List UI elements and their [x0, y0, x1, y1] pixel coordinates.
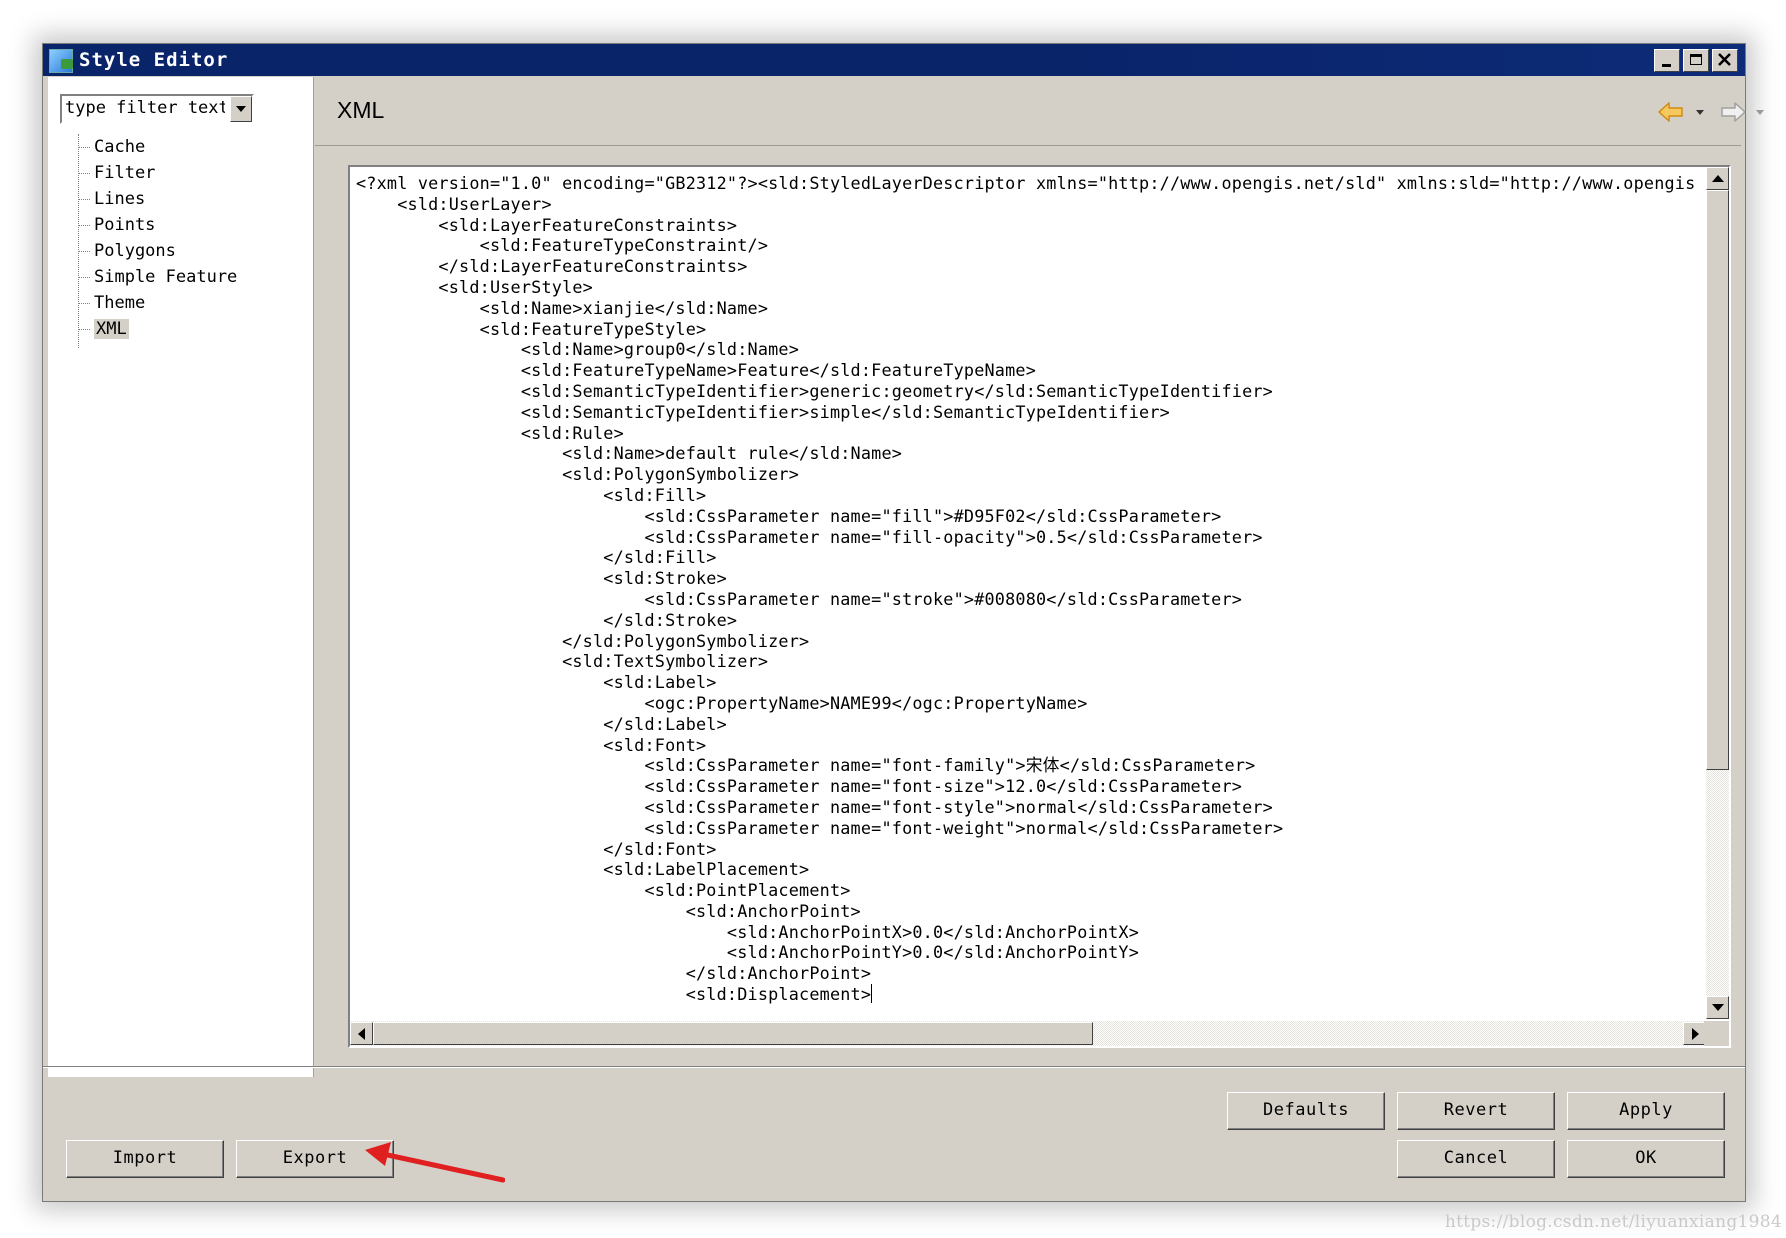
minimize-icon — [1662, 64, 1671, 67]
code-line: </sld:Label> — [356, 713, 727, 734]
code-line: <sld:SemanticTypeIdentifier>generic:geom… — [356, 380, 1273, 401]
code-line: <sld:PointPlacement> — [356, 880, 851, 901]
maximize-button[interactable] — [1683, 49, 1709, 72]
code-line: <sld:Name>xianjie</sld:Name> — [356, 297, 769, 318]
defaults-button[interactable]: Defaults — [1227, 1092, 1385, 1130]
code-line: <sld:SemanticTypeIdentifier>simple</sld:… — [356, 401, 1170, 422]
style-editor-window: Style Editor type filter text Cache Filt… — [42, 43, 1764, 1202]
code-line: <sld:Name>group0</sld:Name> — [356, 339, 800, 360]
code-line: <sld:CssParameter name="fill">#D95F02</s… — [356, 505, 1222, 526]
code-line: <sld:CssParameter name="font-weight">nor… — [356, 817, 1284, 838]
code-line: <sld:Name>default rule</sld:Name> — [356, 443, 903, 464]
code-line: </sld:Fill> — [356, 547, 717, 568]
close-icon — [1718, 53, 1731, 66]
code-line: <sld:Rule> — [356, 422, 624, 443]
code-line: <sld:Fill> — [356, 484, 707, 505]
code-line: <sld:FeatureTypeConstraint/> — [356, 235, 769, 256]
tree-item-points[interactable]: Points — [78, 212, 237, 238]
code-line: <sld:CssParameter name="stroke">#008080<… — [356, 588, 1243, 609]
vertical-scrollbar[interactable] — [1706, 167, 1729, 1019]
code-line: <sld:CssParameter name="font-family">宋体<… — [356, 755, 1256, 776]
code-line: <?xml version="1.0" encoding="GB2312"?><… — [356, 173, 1696, 193]
filter-input[interactable]: type filter text — [65, 98, 225, 118]
code-line: <sld:UserStyle> — [356, 276, 593, 297]
code-line: <sld:CssParameter name="fill-opacity">0.… — [356, 526, 1263, 547]
back-arrow-icon[interactable] — [1656, 99, 1686, 125]
scroll-up-icon[interactable] — [1706, 167, 1729, 190]
app-icon — [49, 49, 73, 73]
tree-item-polygons[interactable]: Polygons — [78, 238, 237, 264]
tree-item-cache[interactable]: Cache — [78, 134, 237, 160]
xml-text-area[interactable]: <?xml version="1.0" encoding="GB2312"?><… — [356, 173, 1698, 1013]
vertical-scroll-thumb[interactable] — [1706, 190, 1729, 770]
tree-item-theme[interactable]: Theme — [78, 290, 237, 316]
tree-item-xml[interactable]: XML — [78, 316, 237, 342]
horizontal-scrollbar[interactable] — [350, 1021, 1706, 1046]
code-line: <sld:AnchorPointX>0.0</sld:AnchorPointX> — [356, 921, 1140, 942]
page-title: XML — [337, 97, 385, 123]
preference-tree: Cache Filter Lines Points Polygons Simpl… — [78, 134, 237, 348]
code-line: <sld:Displacement> — [356, 984, 873, 1005]
code-line: </sld:Stroke> — [356, 609, 738, 630]
ok-button[interactable]: OK — [1567, 1140, 1725, 1178]
code-line: <sld:LayerFeatureConstraints> — [356, 214, 738, 235]
xml-editor[interactable]: <?xml version="1.0" encoding="GB2312"?><… — [348, 165, 1731, 1048]
scroll-left-icon[interactable] — [350, 1022, 373, 1045]
forward-arrow-icon[interactable] — [1718, 99, 1748, 125]
tree-item-filter[interactable]: Filter — [78, 160, 237, 186]
code-line: <sld:AnchorPointY>0.0</sld:AnchorPointY> — [356, 942, 1140, 963]
scroll-right-icon[interactable] — [1683, 1022, 1706, 1045]
maximize-icon — [1690, 54, 1702, 65]
watermark: https://blog.csdn.net/liyuanxiang1984 — [1444, 1212, 1782, 1232]
header-divider — [315, 145, 1741, 146]
chevron-down-icon[interactable] — [230, 96, 252, 122]
code-line: </sld:AnchorPoint> — [356, 963, 872, 984]
bottom-divider — [43, 1066, 1745, 1068]
page-header: XML — [315, 77, 1764, 145]
forward-dropdown-icon[interactable] — [1756, 110, 1764, 115]
scroll-corner — [1704, 1021, 1729, 1046]
title-bar[interactable]: Style Editor — [43, 44, 1745, 76]
code-line: <sld:PolygonSymbolizer> — [356, 464, 800, 485]
tree-item-lines[interactable]: Lines — [78, 186, 237, 212]
code-line: <sld:FeatureTypeStyle> — [356, 318, 707, 339]
code-line: <sld:TextSymbolizer> — [356, 651, 769, 672]
close-button[interactable] — [1712, 49, 1738, 72]
scroll-down-icon[interactable] — [1706, 996, 1729, 1019]
code-line: <sld:FeatureTypeName>Feature</sld:Featur… — [356, 360, 1037, 381]
code-line: <ogc:PropertyName>NAME99</ogc:PropertyNa… — [356, 692, 1088, 713]
back-dropdown-icon[interactable] — [1696, 110, 1704, 115]
code-line: </sld:PolygonSymbolizer> — [356, 630, 810, 651]
apply-button[interactable]: Apply — [1567, 1092, 1725, 1130]
minimize-button[interactable] — [1654, 49, 1680, 72]
code-line: <sld:CssParameter name="font-size">12.0<… — [356, 776, 1243, 797]
code-line: <sld:Font> — [356, 734, 707, 755]
sidebar-panel: type filter text Cache Filter Lines Poin… — [48, 77, 314, 1077]
tree-item-simple-feature[interactable]: Simple Feature — [78, 264, 237, 290]
horizontal-scroll-thumb[interactable] — [373, 1022, 1093, 1045]
import-button[interactable]: Import — [66, 1140, 224, 1178]
code-line: <sld:CssParameter name="font-style">norm… — [356, 796, 1273, 817]
code-line: </sld:LayerFeatureConstraints> — [356, 256, 748, 277]
cancel-button[interactable]: Cancel — [1397, 1140, 1555, 1178]
revert-button[interactable]: Revert — [1397, 1092, 1555, 1130]
annotation-arrow-icon — [365, 1142, 505, 1183]
window-title: Style Editor — [79, 49, 229, 71]
code-line: <sld:Label> — [356, 672, 717, 693]
code-line: <sld:LabelPlacement> — [356, 859, 810, 880]
filter-combo[interactable]: type filter text — [60, 94, 254, 124]
code-line: </sld:Font> — [356, 838, 717, 859]
code-line: <sld:Stroke> — [356, 568, 727, 589]
code-line: <sld:AnchorPoint> — [356, 900, 861, 921]
code-line: <sld:UserLayer> — [356, 193, 552, 214]
text-caret — [871, 984, 873, 1004]
